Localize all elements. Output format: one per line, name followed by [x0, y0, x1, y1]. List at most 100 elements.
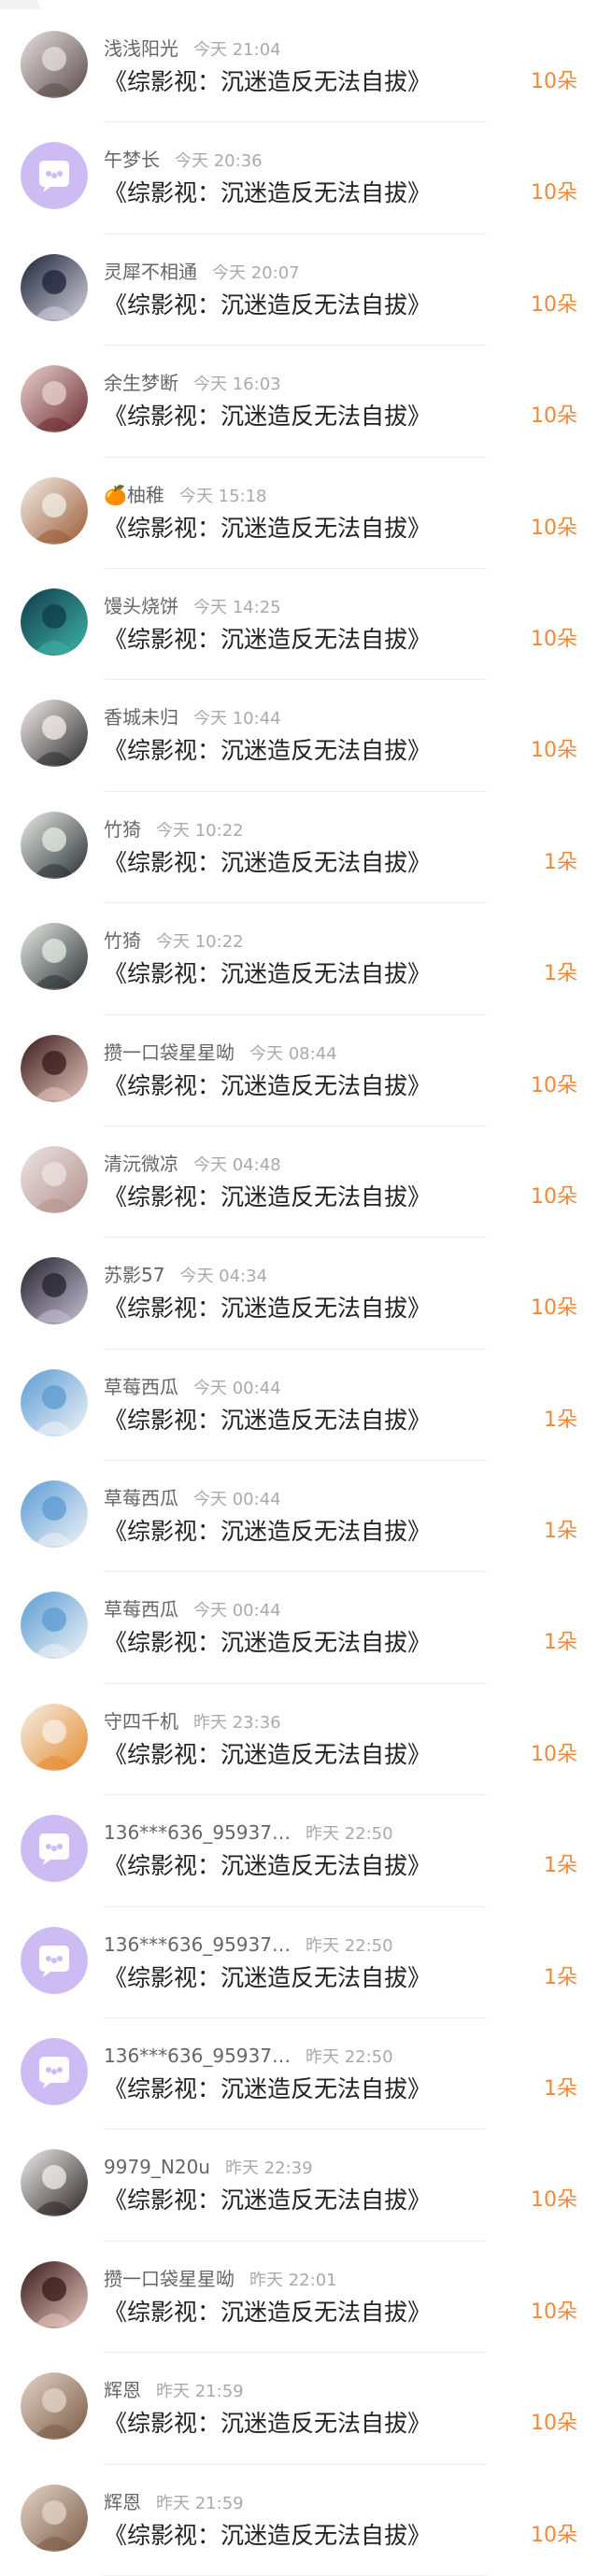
username[interactable]: 守四千机: [104, 1710, 178, 1733]
book-title: 《综影视：沉迷造反无法自拔》: [104, 960, 432, 988]
user-avatar[interactable]: [21, 1703, 88, 1771]
gift-meta: 草莓西瓜 今天 00:44: [104, 1487, 281, 1511]
gift-row[interactable]: 灵犀不相通 今天 20:07 《综影视：沉迷造反无法自拔》 10朵: [0, 234, 598, 347]
gift-row[interactable]: 余生梦断 今天 16:03 《综影视：沉迷造反无法自拔》 10朵: [0, 346, 598, 458]
username[interactable]: 辉恩: [104, 2379, 141, 2401]
gift-row[interactable]: 竹猗 今天 10:22 《综影视：沉迷造反无法自拔》 1朵: [0, 903, 598, 1015]
user-avatar[interactable]: [21, 1368, 88, 1437]
book-title: 《综影视：沉迷造反无法自拔》: [104, 68, 432, 95]
timestamp: 昨天 22:50: [305, 1824, 393, 1845]
gift-meta: 余生梦断 今天 16:03: [104, 372, 281, 396]
gift-row[interactable]: 馒头烧饼 今天 14:25 《综影视：沉迷造反无法自拔》 10朵: [0, 569, 598, 681]
gift-row[interactable]: 草莓西瓜 今天 00:44 《综影视：沉迷造反无法自拔》 1朵: [0, 1461, 598, 1573]
username[interactable]: 草莓西瓜: [104, 1376, 178, 1398]
gift-row[interactable]: 苏影57 今天 04:34 《综影视：沉迷造反无法自拔》 10朵: [0, 1238, 598, 1350]
gift-row[interactable]: 草莓西瓜 今天 00:44 《综影视：沉迷造反无法自拔》 1朵: [0, 1572, 598, 1684]
book-title: 《综影视：沉迷造反无法自拔》: [104, 1740, 432, 1768]
username[interactable]: 竹猗: [104, 929, 141, 952]
timestamp: 昨天 21:59: [156, 2382, 244, 2402]
gift-amount: 10朵: [531, 1073, 577, 1097]
user-avatar[interactable]: [21, 2484, 88, 2552]
username[interactable]: 草莓西瓜: [104, 1598, 178, 1621]
user-avatar[interactable]: [21, 31, 88, 98]
gift-meta: 馒头烧饼 今天 14:25: [104, 595, 281, 619]
gift-meta: 竹猗 今天 10:22: [104, 929, 244, 954]
username[interactable]: 9979_N20u: [104, 2156, 210, 2178]
book-title: 《综影视：沉迷造反无法自拔》: [104, 1406, 432, 1434]
gift-amount: 1朵: [544, 2077, 577, 2102]
gift-amount: 1朵: [544, 1854, 577, 1878]
user-avatar[interactable]: [21, 1592, 88, 1660]
user-avatar[interactable]: [21, 811, 88, 879]
gift-amount: 1朵: [544, 1520, 577, 1544]
user-avatar[interactable]: [21, 587, 88, 656]
user-avatar[interactable]: [21, 253, 88, 321]
gift-amount: 1朵: [544, 850, 577, 874]
username[interactable]: 攒一口袋星星呦: [104, 2268, 235, 2290]
gift-row[interactable]: 136***636_95937… 昨天 22:50 《综影视：沉迷造反无法自拔》 1朵: [0, 2018, 598, 2130]
username[interactable]: 馒头烧饼: [104, 595, 178, 617]
user-avatar[interactable]: [21, 365, 88, 433]
user-avatar[interactable]: [21, 923, 88, 991]
username[interactable]: 攒一口袋星星呦: [104, 1041, 235, 1064]
username[interactable]: 午梦长: [104, 149, 160, 171]
gift-amount: 10朵: [531, 2412, 577, 2436]
gift-row[interactable]: 浅浅阳光 今天 21:04 《综影视：沉迷造反无法自拔》 10朵: [0, 11, 598, 123]
gift-row[interactable]: 攒一口袋星星呦 今天 08:44 《综影视：沉迷造反无法自拔》 10朵: [0, 1015, 598, 1126]
gift-meta: 9979_N20u 昨天 22:39: [104, 2156, 313, 2180]
username[interactable]: 136***636_95937…: [104, 1933, 291, 1956]
username[interactable]: 竹猗: [104, 818, 141, 841]
user-avatar[interactable]: [21, 700, 88, 768]
user-avatar[interactable]: [21, 1480, 88, 1549]
gift-row[interactable]: 136***636_95937… 昨天 22:50 《综影视：沉迷造反无法自拔》 1朵: [0, 1795, 598, 1907]
gift-row[interactable]: 辉恩 昨天 21:59 《综影视：沉迷造反无法自拔》 10朵: [0, 2465, 598, 2576]
username[interactable]: 136***636_95937…: [104, 1821, 291, 1844]
username[interactable]: 香城未归: [104, 706, 178, 729]
username[interactable]: 苏影57: [104, 1264, 164, 1286]
gift-row[interactable]: 攒一口袋星星呦 昨天 22:01 《综影视：沉迷造反无法自拔》 10朵: [0, 2242, 598, 2354]
gift-row[interactable]: 香城未归 今天 10:44 《综影视：沉迷造反无法自拔》 10朵: [0, 680, 598, 792]
timestamp: 昨天 22:50: [305, 2047, 393, 2068]
gift-row[interactable]: 清沅微凉 今天 04:48 《综影视：沉迷造反无法自拔》 10朵: [0, 1126, 598, 1238]
username[interactable]: 灵犀不相通: [104, 261, 197, 283]
timestamp: 昨天 22:39: [224, 2158, 313, 2179]
user-avatar[interactable]: [21, 2260, 88, 2328]
gift-amount: 10朵: [531, 1296, 577, 1321]
default-avatar-chat-icon[interactable]: [21, 2038, 88, 2106]
username[interactable]: 清沅微凉: [104, 1153, 178, 1175]
gift-row[interactable]: 午梦长 今天 20:36 《综影视：沉迷造反无法自拔》 10朵: [0, 122, 598, 234]
default-avatar-chat-icon[interactable]: [21, 1815, 88, 1883]
book-title: 《综影视：沉迷造反无法自拔》: [104, 848, 432, 876]
username[interactable]: 辉恩: [104, 2491, 141, 2513]
user-avatar[interactable]: [21, 2372, 88, 2441]
user-avatar[interactable]: [21, 2149, 88, 2217]
book-title: 《综影视：沉迷造反无法自拔》: [104, 179, 432, 207]
timestamp: 今天 08:44: [249, 1043, 337, 1064]
user-avatar[interactable]: [21, 1145, 88, 1213]
username[interactable]: 🍊柚稚: [104, 484, 164, 506]
user-avatar[interactable]: [21, 1034, 88, 1102]
gift-meta: 竹猗 今天 10:22: [104, 818, 244, 842]
gift-amount: 10朵: [531, 1742, 577, 1766]
gift-row[interactable]: 136***636_95937… 昨天 22:50 《综影视：沉迷造反无法自拔》 1朵: [0, 1907, 598, 2019]
gift-row[interactable]: 竹猗 今天 10:22 《综影视：沉迷造反无法自拔》 1朵: [0, 792, 598, 904]
user-avatar[interactable]: [21, 476, 88, 545]
gift-row[interactable]: 9979_N20u 昨天 22:39 《综影视：沉迷造反无法自拔》 10朵: [0, 2130, 598, 2242]
gift-row[interactable]: 守四千机 昨天 23:36 《综影视：沉迷造反无法自拔》 10朵: [0, 1684, 598, 1796]
gift-row[interactable]: 辉恩 昨天 21:59 《综影视：沉迷造反无法自拔》 10朵: [0, 2353, 598, 2465]
default-avatar-chat-icon[interactable]: [21, 142, 88, 210]
book-title: 《综影视：沉迷造反无法自拔》: [104, 1852, 432, 1880]
gift-row[interactable]: 🍊柚稚 今天 15:18 《综影视：沉迷造反无法自拔》 10朵: [0, 458, 598, 569]
book-title: 《综影视：沉迷造反无法自拔》: [104, 1182, 432, 1210]
user-avatar[interactable]: [21, 1257, 88, 1325]
default-avatar-chat-icon[interactable]: [21, 1926, 88, 1994]
timestamp: 今天 20:07: [212, 262, 300, 283]
gift-meta: 苏影57 今天 04:34: [104, 1264, 267, 1288]
gift-row[interactable]: 草莓西瓜 今天 00:44 《综影视：沉迷造反无法自拔》 1朵: [0, 1350, 598, 1462]
gift-meta: 灵犀不相通 今天 20:07: [104, 261, 300, 285]
username[interactable]: 136***636_95937…: [104, 2045, 291, 2067]
username[interactable]: 浅浅阳光: [104, 37, 178, 60]
username[interactable]: 余生梦断: [104, 372, 178, 394]
timestamp: 今天 14:25: [193, 597, 281, 617]
username[interactable]: 草莓西瓜: [104, 1487, 178, 1509]
